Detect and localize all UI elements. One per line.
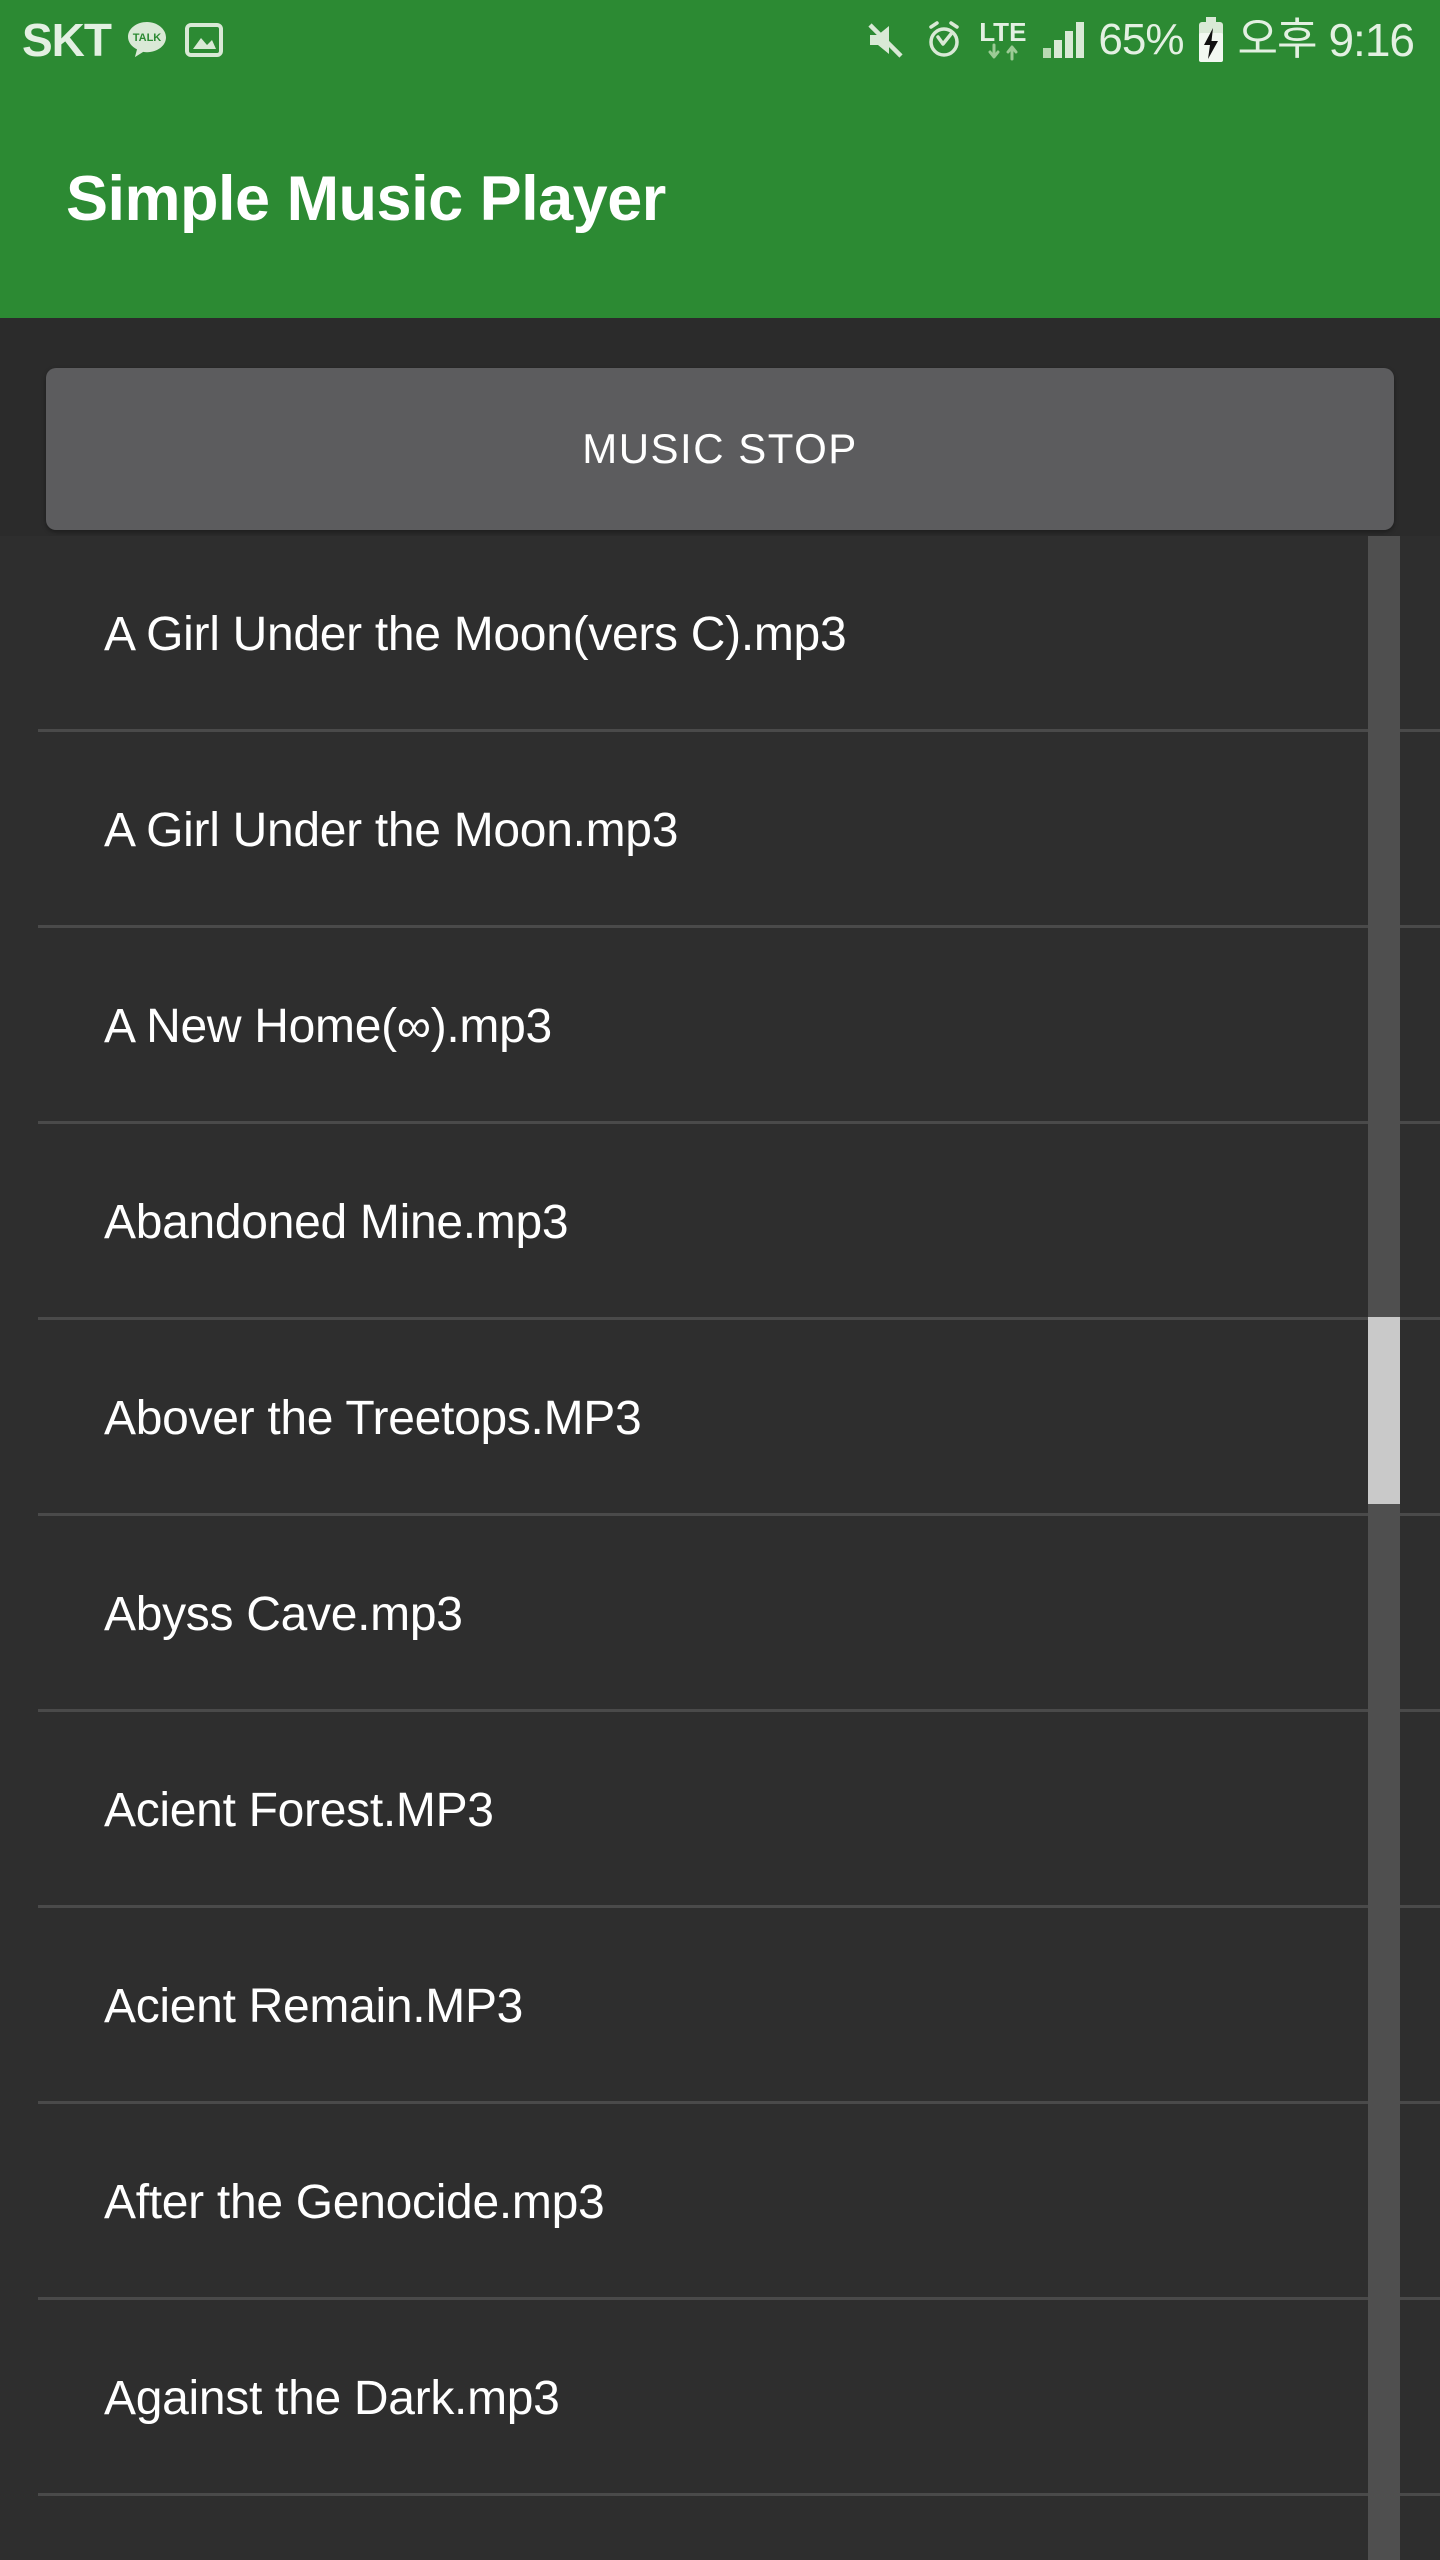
main-content: MUSIC STOP A Girl Under the Moon(vers C)… xyxy=(0,318,1440,2560)
track-list-item[interactable]: Acient Forest.MP3 xyxy=(0,1712,1440,1908)
track-list-item[interactable]: Abyss Cave.mp3 xyxy=(0,1516,1440,1712)
track-list-item[interactable]: Abandoned Mine.mp3 xyxy=(0,1124,1440,1320)
alarm-icon xyxy=(921,17,967,63)
scrollbar-track[interactable] xyxy=(1368,536,1400,2560)
track-name-label: A Girl Under the Moon(vers C).mp3 xyxy=(104,607,847,661)
status-bar-left: SKT TALK xyxy=(22,17,225,63)
carrier-label: SKT xyxy=(22,14,112,66)
scrollbar-thumb[interactable] xyxy=(1368,1317,1400,1504)
lte-data-arrows xyxy=(986,43,1020,61)
gallery-icon xyxy=(183,19,225,61)
track-list-item[interactable]: Acient Remain.MP3 xyxy=(0,1908,1440,2104)
battery-percent-label: 65% xyxy=(1098,15,1184,64)
music-stop-button[interactable]: MUSIC STOP xyxy=(46,368,1394,530)
clock-label: 9:16 xyxy=(1328,14,1415,66)
track-list-item[interactable]: A Girl Under the Moon(vers C).mp3 xyxy=(0,536,1440,732)
track-list-item[interactable]: Abover the Treetops.MP3 xyxy=(0,1320,1440,1516)
track-name-label: Abover the Treetops.MP3 xyxy=(104,1391,642,1445)
track-list-item[interactable]: A Girl Under the Moon.mp3 xyxy=(0,732,1440,928)
status-bar: SKT TALK LTE 65% 오후 9:16 xyxy=(0,0,1440,80)
track-list-item[interactable] xyxy=(0,2496,1440,2560)
lte-label: LTE xyxy=(979,17,1027,47)
lte-icon: LTE xyxy=(979,19,1026,61)
kakaotalk-icon: TALK xyxy=(125,18,169,62)
track-name-label: After the Genocide.mp3 xyxy=(104,2175,605,2229)
track-name-label: A New Home(∞).mp3 xyxy=(104,999,552,1053)
signal-icon xyxy=(1040,18,1086,62)
track-list-item[interactable]: Against the Dark.mp3 xyxy=(0,2300,1440,2496)
track-list[interactable]: A Girl Under the Moon(vers C).mp3 A Girl … xyxy=(0,536,1440,2560)
track-name-label: A Girl Under the Moon.mp3 xyxy=(104,803,679,857)
track-name-label: Abandoned Mine.mp3 xyxy=(104,1195,569,1249)
battery-charging-icon xyxy=(1196,16,1226,64)
status-bar-right: LTE 65% 오후 9:16 xyxy=(863,14,1415,66)
page-title: Simple Music Player xyxy=(66,164,666,234)
am-pm-label: 오후 xyxy=(1237,14,1318,65)
track-name-label: Abyss Cave.mp3 xyxy=(104,1587,463,1641)
track-list-item[interactable]: After the Genocide.mp3 xyxy=(0,2104,1440,2300)
track-list-item[interactable]: A New Home(∞).mp3 xyxy=(0,928,1440,1124)
svg-text:TALK: TALK xyxy=(133,32,162,44)
track-name-label: Against the Dark.mp3 xyxy=(104,2371,560,2425)
track-name-label: Acient Forest.MP3 xyxy=(104,1783,494,1837)
app-bar: Simple Music Player xyxy=(0,80,1440,318)
mute-icon xyxy=(863,17,909,63)
track-name-label: Acient Remain.MP3 xyxy=(104,1979,524,2033)
